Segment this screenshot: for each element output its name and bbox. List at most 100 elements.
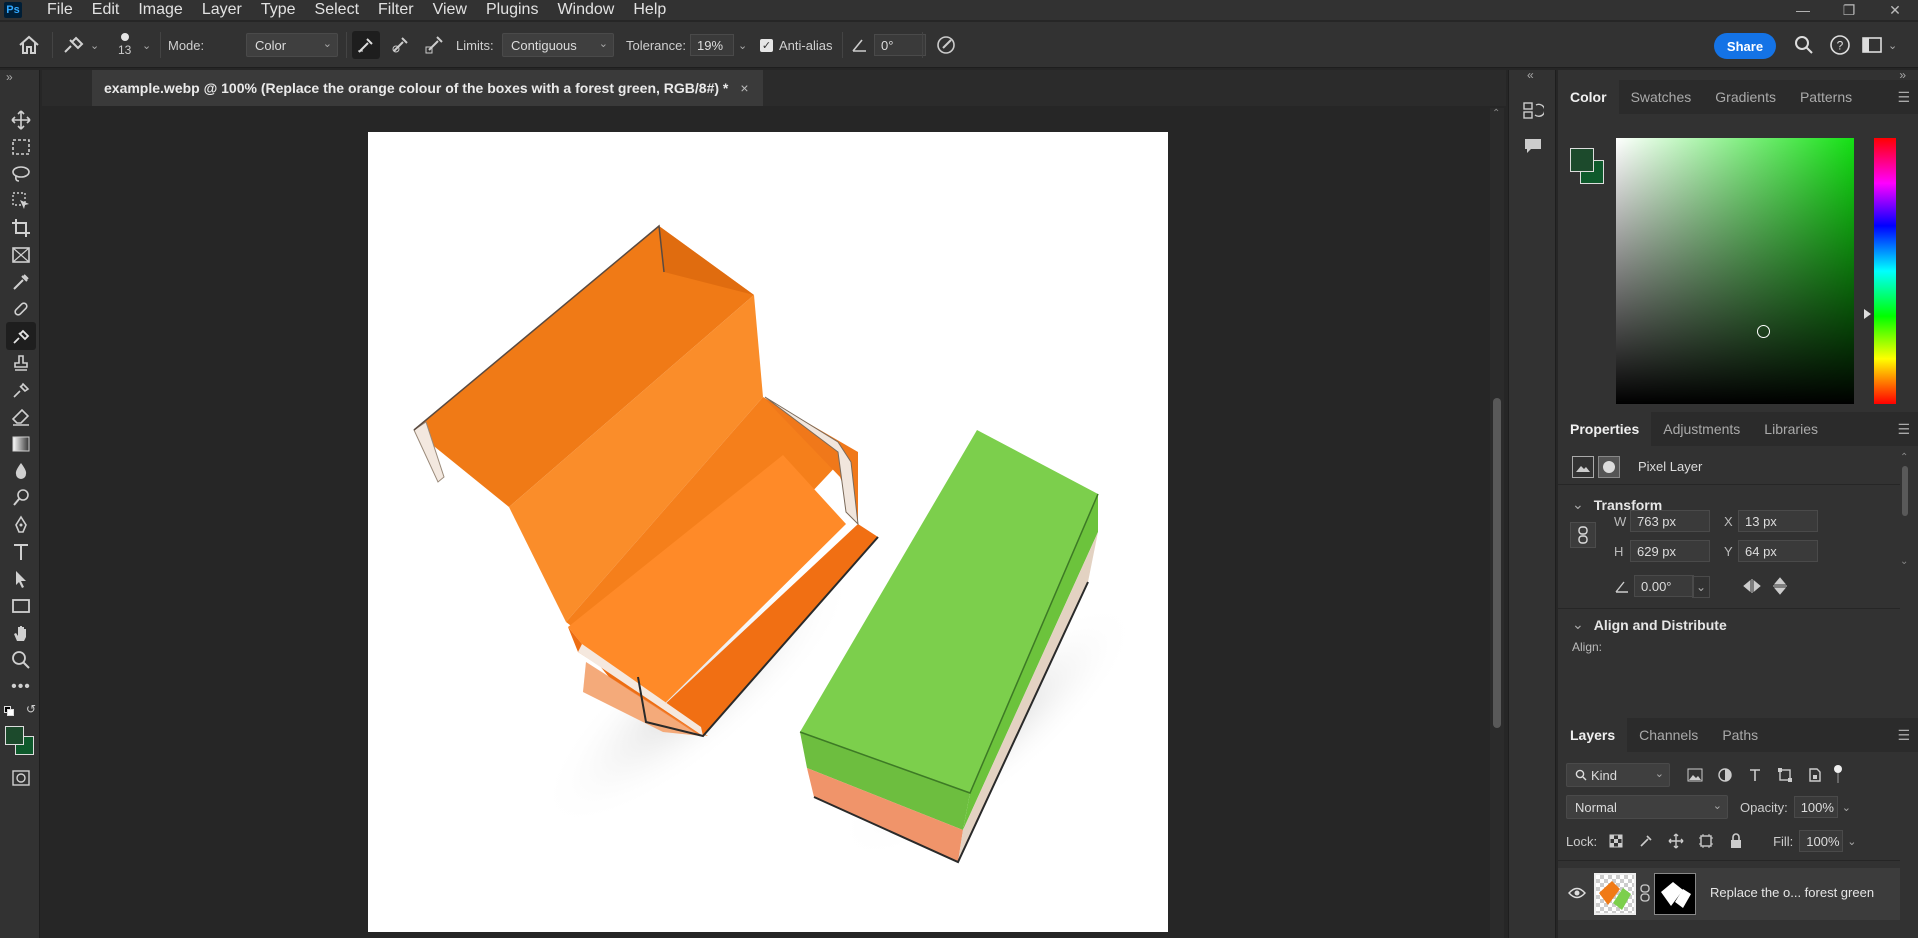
chevron-down-icon[interactable]: ⌄ <box>1692 576 1710 598</box>
comments-panel-button[interactable] <box>1519 132 1547 160</box>
foreground-color-swatch[interactable] <box>5 726 24 745</box>
color-replacement-tool[interactable] <box>6 322 36 350</box>
properties-scrollbar[interactable]: ⌃ ⌄ <box>1898 452 1914 712</box>
menu-layer[interactable]: Layer <box>193 0 252 20</box>
y-input[interactable]: 64 px <box>1738 540 1818 562</box>
pressure-size-button[interactable] <box>932 31 960 59</box>
quick-mask-button[interactable] <box>6 764 36 792</box>
tab-layers[interactable]: Layers <box>1558 718 1628 752</box>
mode-dropdown[interactable]: Color ⌄ <box>246 33 338 57</box>
more-tools[interactable]: ••• <box>6 673 36 701</box>
sampling-background-button[interactable] <box>420 31 448 59</box>
link-icon[interactable] <box>1640 884 1650 902</box>
tolerance-input[interactable]: 19% <box>690 34 734 56</box>
move-tool[interactable] <box>6 106 36 134</box>
limits-dropdown[interactable]: Contiguous ⌄ <box>502 33 614 57</box>
brush-picker-chevron[interactable]: ⌄ <box>142 22 151 68</box>
hamburger-menu-icon[interactable]: ☰ <box>1897 727 1910 744</box>
type-tool[interactable] <box>6 538 36 566</box>
zoom-tool[interactable] <box>6 646 36 674</box>
collapse-toolbar-icon[interactable]: » <box>6 70 13 84</box>
help-button[interactable]: ? <box>1826 31 1854 59</box>
menu-type[interactable]: Type <box>252 0 306 20</box>
tab-channels[interactable]: Channels <box>1627 718 1710 752</box>
brush-angle-input[interactable]: 0° <box>874 34 926 56</box>
width-input[interactable]: 763 px <box>1630 510 1710 532</box>
color-picker-marker[interactable] <box>1756 325 1770 339</box>
lock-artboard-icon[interactable] <box>1695 830 1717 852</box>
foreground-color-swatch[interactable] <box>1570 148 1594 172</box>
sampling-once-button[interactable] <box>386 31 414 59</box>
rectangle-tool[interactable] <box>6 592 36 620</box>
sampling-continuous-button[interactable] <box>352 31 380 59</box>
menu-help[interactable]: Help <box>624 0 676 20</box>
frame-tool[interactable] <box>6 241 36 269</box>
saturation-brightness-field[interactable] <box>1616 138 1854 404</box>
rotation-angle-input[interactable]: 0.00° <box>1634 575 1694 597</box>
lock-all-icon[interactable] <box>1725 830 1747 852</box>
blend-mode-dropdown[interactable]: Normal ⌄ <box>1566 795 1728 819</box>
menu-plugins[interactable]: Plugins <box>477 0 548 20</box>
crop-tool[interactable] <box>6 214 36 242</box>
menu-view[interactable]: View <box>424 0 477 20</box>
menu-edit[interactable]: Edit <box>83 0 130 20</box>
restore-button[interactable]: ❐ <box>1826 0 1872 20</box>
marquee-tool[interactable] <box>6 133 36 161</box>
link-dimensions-button[interactable] <box>1570 522 1596 548</box>
hue-slider-marker[interactable] <box>1864 308 1871 319</box>
scrollbar-thumb[interactable] <box>1493 398 1501 728</box>
hand-tool[interactable] <box>6 619 36 647</box>
layer-filter-dropdown[interactable]: Kind ⌄ <box>1566 763 1670 787</box>
flip-vertical-icon[interactable] <box>1772 576 1788 596</box>
lasso-tool[interactable] <box>6 160 36 188</box>
share-button[interactable]: Share <box>1714 33 1776 59</box>
swap-colors-icon[interactable]: ↺ <box>26 702 36 716</box>
layer-mask-icon[interactable] <box>1598 456 1620 478</box>
layer-thumbnail[interactable] <box>1594 873 1636 915</box>
lock-position-icon[interactable] <box>1665 830 1687 852</box>
blur-tool[interactable] <box>6 457 36 485</box>
x-input[interactable]: 13 px <box>1738 510 1818 532</box>
expand-panels-icon[interactable]: « <box>1527 68 1534 82</box>
eraser-tool[interactable] <box>6 403 36 431</box>
default-colors-icon[interactable] <box>4 706 14 716</box>
lock-pixels-icon[interactable] <box>1635 830 1657 852</box>
height-input[interactable]: 629 px <box>1630 540 1710 562</box>
brush-size-picker[interactable]: 13 <box>118 22 131 68</box>
hue-slider[interactable] <box>1874 138 1896 404</box>
tolerance-chevron-icon[interactable]: ⌄ <box>738 39 747 52</box>
tab-paths[interactable]: Paths <box>1710 718 1770 752</box>
filter-toggle-icon[interactable] <box>1834 765 1842 785</box>
path-selection-tool[interactable] <box>6 565 36 593</box>
minimize-button[interactable]: — <box>1780 0 1826 20</box>
scroll-up-icon[interactable]: ⌃ <box>1492 108 1500 119</box>
filter-smart-object-icon[interactable] <box>1804 764 1826 786</box>
clone-stamp-tool[interactable] <box>6 349 36 377</box>
antialias-checkbox[interactable]: ✓ <box>760 38 773 52</box>
tab-properties[interactable]: Properties <box>1558 412 1652 446</box>
canvas-vertical-scrollbar[interactable]: ⌃ <box>1490 108 1504 938</box>
filter-adjustment-icon[interactable] <box>1714 764 1736 786</box>
hamburger-menu-icon[interactable]: ☰ <box>1897 89 1910 106</box>
chevron-down-icon[interactable]: ⌄ <box>1888 39 1897 52</box>
history-brush-tool[interactable] <box>6 376 36 404</box>
filter-shape-icon[interactable] <box>1774 764 1796 786</box>
healing-brush-tool[interactable] <box>6 295 36 323</box>
lock-transparency-icon[interactable] <box>1605 830 1627 852</box>
pen-tool[interactable] <box>6 511 36 539</box>
chevron-down-icon[interactable]: ⌄ <box>1847 835 1856 848</box>
layer-row[interactable]: Replace the o... forest green <box>1558 868 1900 920</box>
filter-pixel-icon[interactable] <box>1684 764 1706 786</box>
opacity-input[interactable]: 100% <box>1793 796 1838 818</box>
eye-icon[interactable] <box>1568 886 1586 900</box>
align-section-toggle[interactable]: ⌄ Align and Distribute <box>1572 616 1727 633</box>
workspace-button[interactable] <box>1858 31 1886 59</box>
eyedropper-tool[interactable] <box>6 268 36 296</box>
layer-mask-thumbnail[interactable] <box>1654 873 1696 915</box>
document-tab[interactable]: example.webp @ 100% (Replace the orange … <box>92 70 763 106</box>
flip-horizontal-icon[interactable] <box>1742 578 1762 594</box>
hamburger-menu-icon[interactable]: ☰ <box>1897 421 1910 438</box>
gradient-tool[interactable] <box>6 430 36 458</box>
tab-libraries[interactable]: Libraries <box>1752 412 1830 446</box>
tab-gradients[interactable]: Gradients <box>1703 80 1788 114</box>
